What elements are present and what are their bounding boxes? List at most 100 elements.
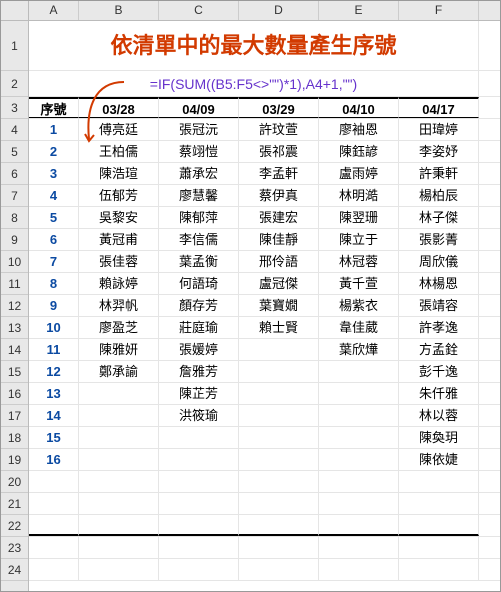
col-header-c[interactable]: C (159, 1, 239, 20)
data-cell[interactable]: 葉寶嫺 (239, 295, 319, 316)
data-cell[interactable]: 陳奐玥 (399, 427, 479, 448)
row-header[interactable]: 7 (1, 185, 28, 207)
data-cell[interactable]: 陳依婕 (399, 449, 479, 470)
seq-cell[interactable]: 13 (29, 383, 79, 404)
data-cell[interactable]: 田瑋婷 (399, 119, 479, 140)
data-cell[interactable]: 何語琦 (159, 273, 239, 294)
data-cell[interactable]: 顏存芳 (159, 295, 239, 316)
data-cell[interactable]: 許玟萱 (239, 119, 319, 140)
seq-cell[interactable]: 10 (29, 317, 79, 338)
row-header[interactable]: 21 (1, 493, 28, 515)
row-header[interactable]: 11 (1, 273, 28, 295)
seq-cell[interactable]: 15 (29, 427, 79, 448)
row-header[interactable]: 3 (1, 97, 28, 119)
data-cell[interactable]: 方孟銓 (399, 339, 479, 360)
row-header[interactable]: 24 (1, 559, 28, 581)
data-cell[interactable]: 許孝逸 (399, 317, 479, 338)
data-cell[interactable]: 陳雅妍 (79, 339, 159, 360)
col-header-a[interactable]: A (29, 1, 79, 20)
data-cell[interactable] (239, 427, 319, 448)
data-cell[interactable]: 廖袖恩 (319, 119, 399, 140)
data-cell[interactable]: 許秉軒 (399, 163, 479, 184)
data-cell[interactable]: 賴士賢 (239, 317, 319, 338)
seq-cell[interactable]: 2 (29, 141, 79, 162)
header-col-b[interactable]: 03/28 (79, 97, 159, 118)
row-header[interactable]: 10 (1, 251, 28, 273)
data-cell[interactable] (239, 383, 319, 404)
data-cell[interactable]: 林楊恩 (399, 273, 479, 294)
data-cell[interactable]: 張建宏 (239, 207, 319, 228)
row-header[interactable]: 5 (1, 141, 28, 163)
data-cell[interactable]: 賴詠婷 (79, 273, 159, 294)
data-cell[interactable]: 林明澔 (319, 185, 399, 206)
seq-cell[interactable]: 9 (29, 295, 79, 316)
data-cell[interactable]: 張影菁 (399, 229, 479, 250)
row-header[interactable]: 17 (1, 405, 28, 427)
row-header[interactable]: 18 (1, 427, 28, 449)
data-cell[interactable]: 廖慧馨 (159, 185, 239, 206)
data-cell[interactable]: 張媛婷 (159, 339, 239, 360)
header-col-f[interactable]: 04/17 (399, 97, 479, 118)
seq-cell[interactable]: 5 (29, 207, 79, 228)
data-cell[interactable]: 張祁震 (239, 141, 319, 162)
data-cell[interactable]: 王柏儒 (79, 141, 159, 162)
data-cell[interactable] (79, 449, 159, 470)
row-header[interactable]: 23 (1, 537, 28, 559)
seq-cell[interactable]: 1 (29, 119, 79, 140)
data-cell[interactable] (239, 405, 319, 426)
data-cell[interactable]: 蔡翊愷 (159, 141, 239, 162)
row-header[interactable]: 13 (1, 317, 28, 339)
data-cell[interactable]: 邢伶語 (239, 251, 319, 272)
header-seq[interactable]: 序號 (29, 97, 79, 118)
seq-cell[interactable]: 3 (29, 163, 79, 184)
data-cell[interactable]: 周欣儀 (399, 251, 479, 272)
row-header[interactable]: 16 (1, 383, 28, 405)
row-header[interactable]: 9 (1, 229, 28, 251)
data-cell[interactable] (319, 449, 399, 470)
row-header[interactable]: 19 (1, 449, 28, 471)
row-header[interactable]: 8 (1, 207, 28, 229)
data-cell[interactable]: 蔡伊真 (239, 185, 319, 206)
data-cell[interactable]: 李信儒 (159, 229, 239, 250)
data-cell[interactable]: 傅亮廷 (79, 119, 159, 140)
data-cell[interactable]: 李姿妤 (399, 141, 479, 162)
data-cell[interactable] (79, 427, 159, 448)
seq-cell[interactable]: 7 (29, 251, 79, 272)
data-cell[interactable]: 盧雨婷 (319, 163, 399, 184)
data-cell[interactable]: 朱仟雅 (399, 383, 479, 404)
row-header[interactable]: 1 (1, 21, 28, 71)
seq-cell[interactable]: 14 (29, 405, 79, 426)
data-cell[interactable]: 林子傑 (399, 207, 479, 228)
data-cell[interactable]: 莊庭瑜 (159, 317, 239, 338)
seq-cell[interactable]: 8 (29, 273, 79, 294)
header-col-c[interactable]: 04/09 (159, 97, 239, 118)
data-cell[interactable]: 楊紫衣 (319, 295, 399, 316)
col-header-e[interactable]: E (319, 1, 399, 20)
header-col-d[interactable]: 03/29 (239, 97, 319, 118)
data-cell[interactable]: 韋佳葳 (319, 317, 399, 338)
row-header[interactable]: 14 (1, 339, 28, 361)
seq-cell[interactable]: 12 (29, 361, 79, 382)
data-cell[interactable]: 廖盈芝 (79, 317, 159, 338)
row-header[interactable]: 12 (1, 295, 28, 317)
row-header[interactable]: 20 (1, 471, 28, 493)
data-cell[interactable]: 陳鈺諺 (319, 141, 399, 162)
data-cell[interactable]: 楊柏辰 (399, 185, 479, 206)
data-cell[interactable]: 陳立于 (319, 229, 399, 250)
data-cell[interactable]: 陳浩瑄 (79, 163, 159, 184)
row-header[interactable]: 4 (1, 119, 28, 141)
row-header[interactable]: 22 (1, 515, 28, 537)
data-cell[interactable] (319, 405, 399, 426)
data-cell[interactable] (159, 449, 239, 470)
row-header[interactable]: 6 (1, 163, 28, 185)
data-cell[interactable]: 陳芷芳 (159, 383, 239, 404)
data-cell[interactable]: 鄭承諭 (79, 361, 159, 382)
data-cell[interactable]: 黃冠甫 (79, 229, 159, 250)
col-header-b[interactable]: B (79, 1, 159, 20)
row-header[interactable]: 15 (1, 361, 28, 383)
data-cell[interactable] (159, 427, 239, 448)
data-cell[interactable]: 陳翌珊 (319, 207, 399, 228)
data-cell[interactable] (319, 383, 399, 404)
header-col-e[interactable]: 04/10 (319, 97, 399, 118)
data-cell[interactable]: 盧冠傑 (239, 273, 319, 294)
